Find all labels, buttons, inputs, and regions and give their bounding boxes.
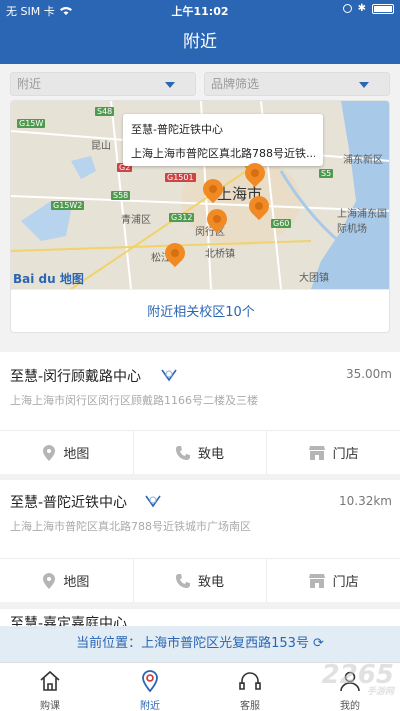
location-address: 上海市普陀区光复西路153号 (141, 636, 309, 651)
map-button-label: 地图 (63, 447, 90, 462)
map-label: 浦东新区 (343, 155, 383, 166)
tab-label: 购课 (40, 701, 60, 711)
area-filter-dropdown[interactable]: 附近 (10, 72, 196, 96)
road-badge: G15W (17, 119, 46, 128)
phone-icon (176, 573, 190, 588)
store-icon (308, 445, 325, 460)
tab-label: 我的 (340, 701, 360, 711)
refresh-icon[interactable]: ⟳ (313, 626, 324, 662)
filter-bar: 附近 品牌筛选 (0, 64, 400, 104)
center-name: 至慧-闵行顾戴路中心 (10, 369, 142, 385)
tab-courses[interactable]: 购课 (0, 663, 100, 711)
tab-label: 附近 (140, 701, 160, 711)
watermark-logo: 2265 手游网 (321, 660, 394, 697)
home-icon (40, 670, 60, 691)
call-button[interactable]: 致电 (134, 431, 268, 474)
store-icon (308, 573, 325, 588)
map-button[interactable]: 地图 (0, 559, 134, 602)
map-button-label: 地图 (63, 575, 90, 590)
chevron-down-icon (165, 82, 175, 88)
nearby-count-link[interactable]: 附近相关校区10个 (11, 289, 389, 332)
road-badge: S48 (95, 107, 115, 116)
nav-bar: 附近 (0, 20, 400, 64)
road-badge: G312 (169, 213, 195, 222)
map-info-popup[interactable]: 至慧-普陀近铁中心 上海上海市普陀区真北路788号近铁... (123, 114, 323, 166)
center-actions: 地图 致电 门店 (0, 430, 400, 474)
store-button-label: 门店 (332, 447, 359, 462)
center-card[interactable]: 至慧-普陀近铁中心 10.32km 上海上海市普陀区真北路788号近铁城市广场南… (0, 480, 400, 602)
status-bar: 无 SIM 卡 上午11:02 ✱ (0, 0, 400, 20)
store-button[interactable]: 门店 (267, 431, 400, 474)
area-filter-label: 附近 (17, 77, 42, 91)
center-name: 至慧-普陀近铁中心 (10, 495, 128, 511)
vip-badge-icon (145, 495, 161, 508)
page-title: 附近 (183, 32, 217, 52)
baidu-map-logo: Bai du 地图 (13, 272, 84, 286)
call-button[interactable]: 致电 (134, 559, 268, 602)
call-button-label: 致电 (198, 447, 225, 462)
current-location-bar[interactable]: 当前位置：上海市普陀区光复西路153号 ⟳ (0, 626, 400, 662)
map-card: S48 G15W G2 S58 G15W2 G312 G1501 S5 S3 G… (10, 100, 390, 333)
brand-filter-dropdown[interactable]: 品牌筛选 (204, 72, 390, 96)
map-label: 上海浦东国际机场 (337, 209, 387, 235)
call-button-label: 致电 (198, 575, 225, 590)
location-pin-icon (142, 670, 158, 693)
center-actions: 地图 致电 门店 (0, 558, 400, 602)
road-badge: G60 (271, 219, 292, 228)
chevron-down-icon (359, 82, 369, 88)
status-time: 上午11:02 (171, 5, 229, 18)
bluetooth-icon: ✱ (357, 3, 366, 14)
store-button[interactable]: 门店 (267, 559, 400, 602)
alarm-icon (342, 4, 352, 13)
vip-badge-icon (161, 369, 177, 382)
map-button[interactable]: 地图 (0, 431, 134, 474)
map-label: 大团镇 (299, 273, 329, 284)
road-badge: S5 (319, 169, 334, 178)
headset-icon (239, 672, 261, 690)
center-address: 上海上海市普陀区真北路788号近铁城市广场南区 (10, 520, 251, 533)
center-card[interactable]: 至慧-闵行顾戴路中心 35.00m 上海上海市闵行区闵行区顾戴路1166号二楼及… (0, 352, 400, 474)
battery-icon (372, 3, 394, 14)
map-label: 昆山 (91, 141, 111, 152)
road-badge: G1501 (165, 173, 196, 182)
location-pin-icon (43, 444, 56, 461)
road-badge: S58 (111, 191, 131, 200)
map-label: 北桥镇 (205, 249, 235, 260)
popup-center-name: 至慧-普陀近铁中心 (131, 123, 223, 136)
location-prefix: 当前位置： (76, 636, 142, 651)
location-pin-icon (43, 572, 56, 589)
brand-filter-label: 品牌筛选 (211, 77, 260, 91)
tab-service[interactable]: 客服 (200, 663, 300, 711)
popup-center-address: 上海上海市普陀区真北路788号近铁... (131, 147, 315, 160)
center-address: 上海上海市闵行区闵行区顾戴路1166号二楼及三楼 (10, 394, 258, 407)
center-distance: 10.32km (339, 494, 392, 508)
store-button-label: 门店 (332, 575, 359, 590)
center-distance: 35.00m (345, 367, 392, 381)
tab-label: 客服 (240, 701, 260, 711)
tab-nearby[interactable]: 附近 (100, 663, 200, 711)
map-view[interactable]: S48 G15W G2 S58 G15W2 G312 G1501 S5 S3 G… (11, 101, 389, 289)
road-badge: G15W2 (51, 201, 85, 210)
phone-icon (176, 445, 190, 460)
map-label: 青浦区 (121, 215, 151, 226)
